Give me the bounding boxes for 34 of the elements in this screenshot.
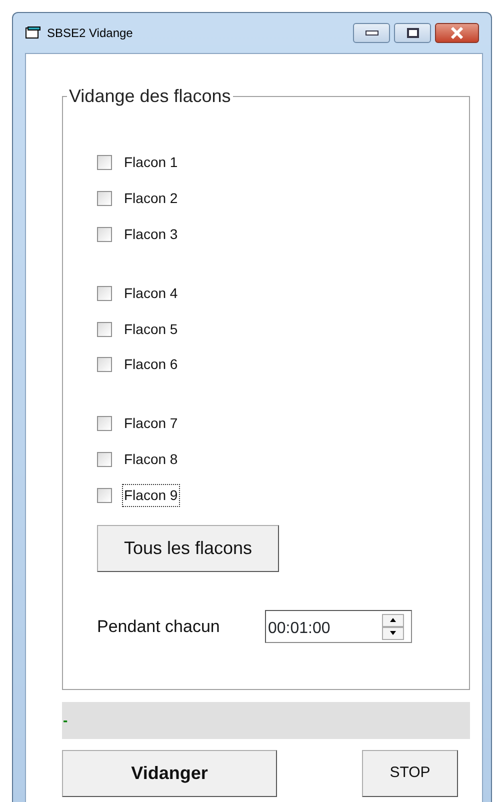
checkbox-label[interactable]: Flacon 3 — [122, 222, 180, 246]
checkbox[interactable] — [97, 488, 112, 503]
minimize-icon — [364, 30, 378, 36]
maximize-icon — [406, 28, 418, 38]
all-button[interactable]: Tous les flacons — [97, 525, 279, 572]
checkbox[interactable] — [97, 286, 112, 301]
checkbox[interactable] — [97, 452, 112, 467]
checkbox[interactable] — [97, 155, 112, 170]
checkbox[interactable] — [97, 416, 112, 432]
app-icon — [25, 26, 41, 40]
window-title: SBSE2 Vidange — [47, 25, 133, 42]
stop-button[interactable]: STOP — [362, 750, 458, 797]
close-button[interactable] — [435, 23, 479, 43]
checkbox[interactable] — [97, 226, 112, 242]
checkbox[interactable] — [97, 357, 112, 372]
minimize-button[interactable] — [353, 23, 390, 43]
checkbox-label[interactable]: Flacon 1 — [122, 151, 180, 174]
checkbox-label[interactable]: Flacon 9 — [122, 484, 180, 507]
checkbox[interactable] — [97, 322, 112, 337]
checkbox[interactable] — [97, 191, 112, 206]
checkbox-label[interactable]: Flacon 4 — [122, 282, 180, 305]
duration-spinner[interactable]: 00:01:00 — [265, 610, 412, 644]
checkbox-label[interactable]: Flacon 7 — [122, 412, 180, 436]
checkbox-label[interactable]: Flacon 2 — [122, 187, 180, 210]
checkbox-label[interactable]: Flacon 6 — [122, 353, 180, 376]
status-text: - — [62, 711, 68, 730]
down-icon[interactable] — [382, 626, 404, 640]
drain-button[interactable]: Vidanger — [62, 750, 277, 797]
up-icon[interactable] — [382, 614, 404, 627]
checkbox-label[interactable]: Flacon 8 — [122, 448, 180, 471]
close-icon — [450, 27, 464, 39]
duration-label: Pendant chacun — [97, 616, 221, 638]
maximize-button[interactable] — [394, 23, 431, 43]
checkbox-label[interactable]: Flacon 5 — [122, 318, 180, 341]
